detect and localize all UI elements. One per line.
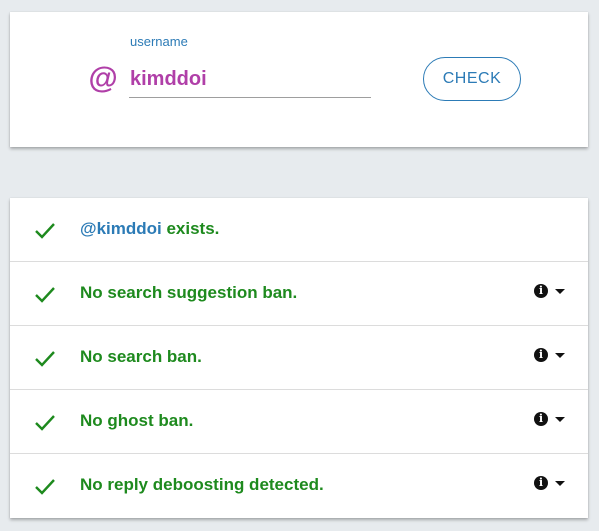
- caret-down-icon: [555, 481, 565, 486]
- result-row-exists: @kimddoi exists.: [10, 198, 588, 262]
- suggestion-ban-info-toggle[interactable]: i: [530, 282, 570, 304]
- check-icon: [35, 351, 55, 367]
- result-search-ban-text: No search ban.: [80, 347, 202, 366]
- result-handle: @kimddoi: [80, 219, 162, 238]
- check-icon: [35, 415, 55, 431]
- result-suggestion-ban-text: No search suggestion ban.: [80, 283, 298, 302]
- check-icon: [35, 479, 55, 495]
- result-row-ghost-ban: No ghost ban. i: [10, 390, 588, 454]
- username-search-card: @ username CHECK: [10, 12, 588, 147]
- info-icon: i: [534, 476, 548, 490]
- info-icon: i: [534, 348, 548, 362]
- result-exists-suffix: exists.: [161, 219, 220, 238]
- search-ban-info-toggle[interactable]: i: [530, 346, 570, 368]
- username-input[interactable]: [129, 62, 371, 98]
- info-icon: i: [534, 284, 548, 298]
- result-row-suggestion-ban: No search suggestion ban. i: [10, 262, 588, 326]
- result-reply-deboosting-text: No reply deboosting detected.: [80, 475, 324, 494]
- check-icon: [35, 287, 55, 303]
- caret-down-icon: [555, 417, 565, 422]
- result-exists-text: @kimddoi exists.: [80, 198, 219, 260]
- at-sign-icon: @: [88, 62, 118, 95]
- caret-down-icon: [555, 353, 565, 358]
- reply-deboosting-info-toggle[interactable]: i: [530, 474, 570, 496]
- result-row-search-ban: No search ban. i: [10, 326, 588, 390]
- caret-down-icon: [555, 289, 565, 294]
- info-icon: i: [534, 412, 548, 426]
- check-icon: [35, 223, 55, 239]
- result-ghost-ban-text: No ghost ban.: [80, 411, 194, 430]
- username-label: username: [130, 34, 188, 49]
- ghost-ban-info-toggle[interactable]: i: [530, 410, 570, 432]
- result-row-reply-deboosting: No reply deboosting detected. i: [10, 454, 588, 518]
- results-list: @kimddoi exists. No search suggestion ba…: [10, 198, 588, 518]
- check-button[interactable]: CHECK: [423, 57, 521, 101]
